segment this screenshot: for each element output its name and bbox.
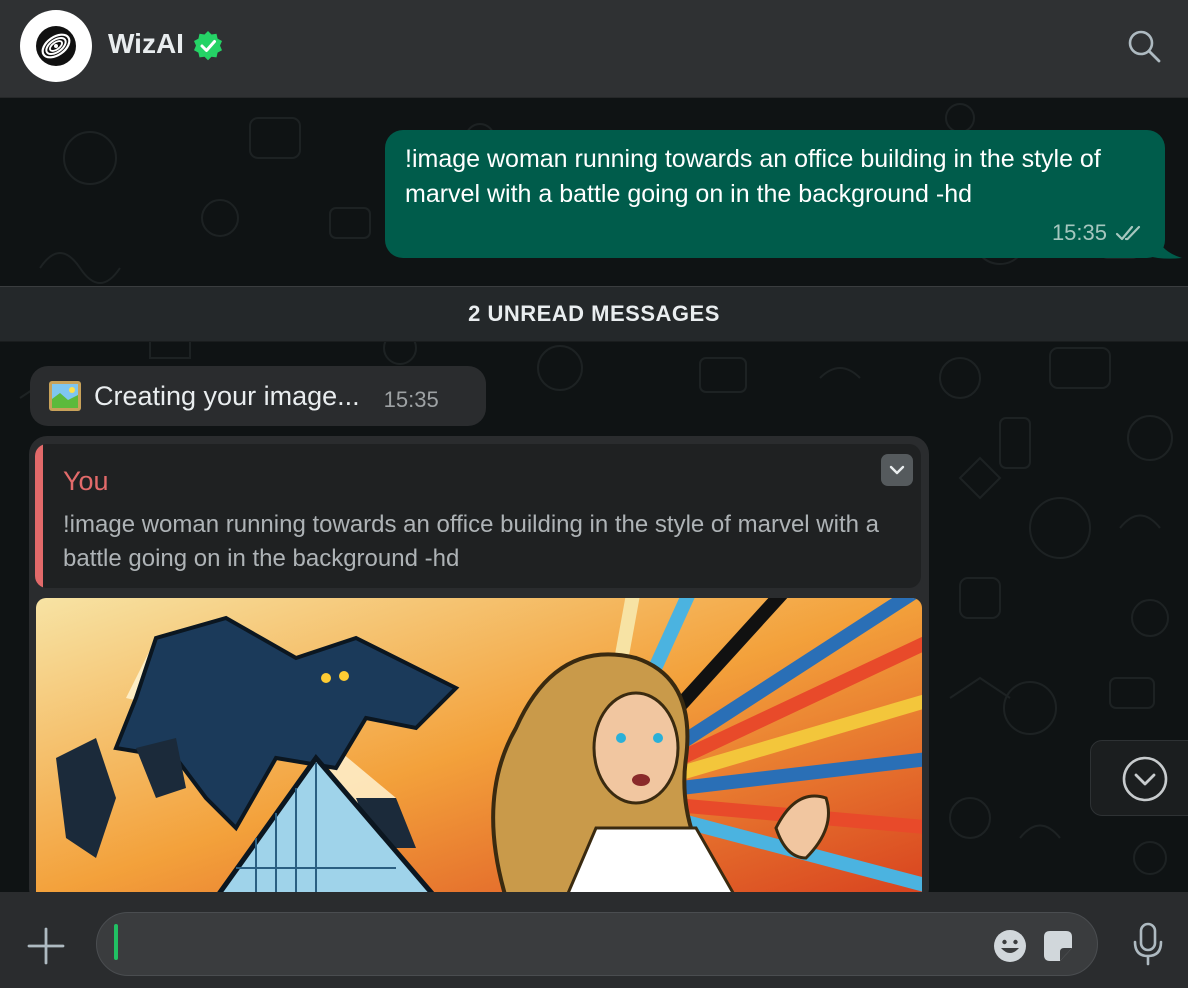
generated-image[interactable] bbox=[36, 598, 922, 892]
search-icon[interactable] bbox=[1124, 26, 1164, 66]
message-composer bbox=[0, 892, 1188, 988]
message-time: 15:35 bbox=[1051, 220, 1107, 245]
scroll-down-icon bbox=[1122, 756, 1168, 802]
generated-comic-image bbox=[36, 598, 922, 892]
chat-header: WizAI bbox=[0, 0, 1188, 98]
plus-icon[interactable] bbox=[26, 926, 66, 966]
framed-picture-emoji bbox=[49, 381, 81, 411]
quote-accent-bar bbox=[35, 444, 43, 588]
outgoing-message-bubble[interactable]: !image woman running towards an office b… bbox=[385, 130, 1165, 258]
text-cursor bbox=[114, 924, 118, 960]
contact-name[interactable]: WizAI bbox=[108, 28, 184, 60]
image-message-bubble[interactable]: You !image woman running towards an offi… bbox=[29, 436, 929, 892]
message-meta: 15:35 bbox=[1052, 220, 1145, 246]
sticker-icon[interactable] bbox=[1040, 928, 1076, 964]
wizai-logo-icon bbox=[36, 26, 76, 66]
unread-messages-divider: 2 UNREAD MESSAGES bbox=[0, 286, 1188, 342]
chat-area[interactable]: !image woman running towards an office b… bbox=[0, 98, 1188, 892]
avatar[interactable] bbox=[20, 10, 92, 82]
incoming-message-text: Creating your image... bbox=[94, 380, 360, 411]
quote-author: You bbox=[63, 466, 109, 496]
outgoing-message-text: !image woman running towards an office b… bbox=[405, 145, 1101, 208]
chevron-down-icon bbox=[889, 465, 905, 475]
verified-badge-icon bbox=[194, 31, 222, 61]
message-menu-button[interactable] bbox=[881, 454, 913, 486]
mic-icon[interactable] bbox=[1130, 922, 1166, 966]
double-check-icon bbox=[1115, 225, 1141, 241]
message-input[interactable] bbox=[96, 912, 1098, 976]
quoted-message[interactable]: You !image woman running towards an offi… bbox=[35, 444, 921, 588]
emoji-icon[interactable] bbox=[992, 928, 1028, 964]
scroll-to-bottom-button[interactable] bbox=[1090, 740, 1188, 816]
message-time: 15:35 bbox=[383, 387, 439, 412]
bubble-tail bbox=[1148, 236, 1182, 259]
quote-text: !image woman running towards an office b… bbox=[63, 511, 879, 572]
incoming-message-bubble[interactable]: Creating your image... 15:35 bbox=[30, 366, 486, 426]
